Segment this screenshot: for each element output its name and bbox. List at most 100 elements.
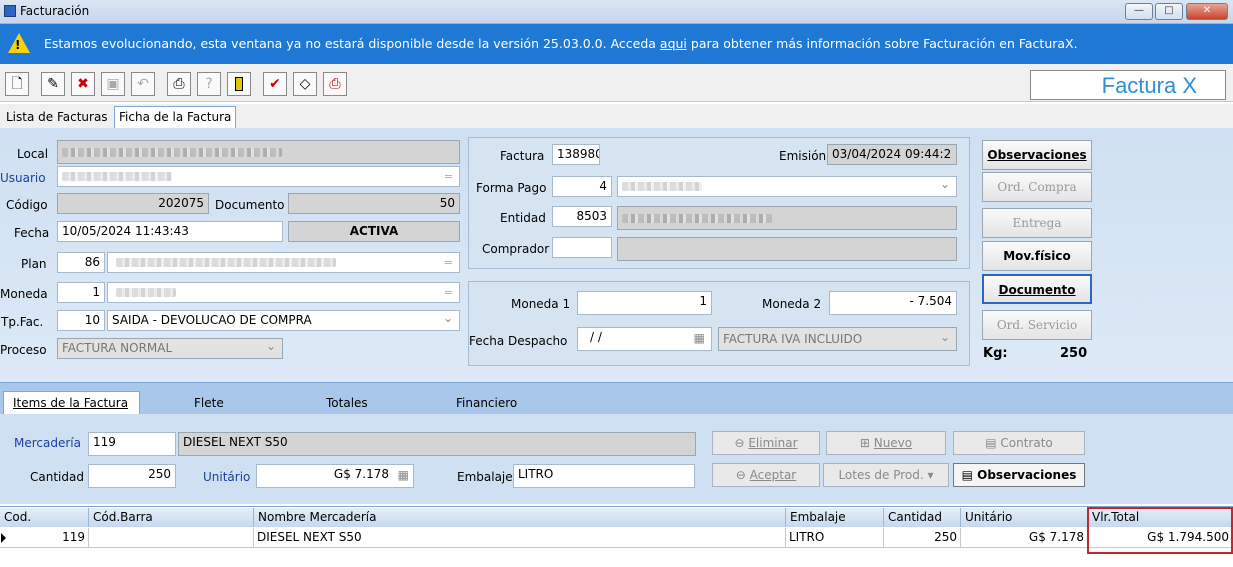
lotes-button[interactable]: Lotes de Prod. ▾ [823, 463, 949, 487]
factura-label: Factura [500, 149, 545, 163]
forma-pago-select[interactable] [617, 176, 957, 197]
close-button[interactable]: ✕ [1186, 3, 1228, 20]
window-title: Facturación [20, 4, 90, 18]
table-row-cell-unitario[interactable]: G$ 7.178 [961, 528, 1088, 548]
accept-icon: ⊖ [735, 468, 750, 482]
proceso-select[interactable]: FACTURA NORMAL [57, 338, 283, 359]
print-icon[interactable]: ⎙ [167, 72, 191, 96]
minimize-button[interactable]: — [1125, 3, 1153, 20]
col-header-cantidad[interactable]: Cantidad [884, 508, 961, 527]
banner-link[interactable]: aqui [660, 36, 687, 51]
tab-items[interactable]: Items de la Factura [3, 391, 140, 414]
save-icon[interactable]: ▣ [101, 72, 125, 96]
table-row-cell-cantidad[interactable]: 250 [884, 528, 961, 548]
tpfac-code-field[interactable]: 10 [57, 310, 105, 331]
tpfac-select[interactable]: SAIDA - DEVOLUCAO DE COMPRA [107, 310, 460, 331]
contrato-button[interactable]: ▤ Contrato [953, 431, 1085, 455]
edit-icon[interactable]: ✎ [41, 72, 65, 96]
eliminar-button[interactable]: ⊖ Eliminar [712, 431, 820, 455]
calendar-icon[interactable]: ▦ [694, 329, 705, 348]
col-header-nombre[interactable]: Nombre Mercadería [254, 508, 786, 527]
row-pointer-icon [1, 533, 6, 543]
moneda-name-field[interactable] [107, 282, 460, 303]
notes-icon: ▤ [961, 468, 978, 482]
item-editor [0, 414, 1233, 504]
col-header-embalaje[interactable]: Embalaje [786, 508, 884, 527]
item-tabs [0, 382, 1233, 414]
comprador-code-field[interactable] [552, 237, 612, 258]
documento-field[interactable]: 50 [288, 193, 460, 214]
mercaderia-label: Mercadería [14, 436, 81, 450]
iva-select[interactable]: FACTURA IVA INCLUIDO [718, 327, 957, 351]
fecha-label: Fecha [14, 226, 50, 240]
moneda-code-field[interactable]: 1 [57, 282, 105, 303]
table-row-cell-embalaje[interactable]: LITRO [786, 528, 884, 548]
entrega-button[interactable]: Entrega [982, 208, 1092, 238]
fecha-field[interactable]: 10/05/2024 11:43:43 [57, 221, 283, 242]
remove-icon: ⊖ [734, 436, 749, 450]
tab-flete[interactable]: Flete [194, 392, 224, 414]
local-field[interactable] [57, 140, 460, 164]
observaciones-button[interactable]: Observaciones [982, 140, 1092, 170]
moneda1-field[interactable]: 1 [577, 291, 712, 315]
aceptar-button[interactable]: ⊖ Aceptar [712, 463, 820, 487]
plan-code-field[interactable]: 86 [57, 252, 105, 273]
embalaje-field[interactable]: LITRO [513, 464, 695, 488]
usuario-field[interactable] [57, 166, 460, 187]
maximize-button[interactable]: □ [1155, 3, 1183, 20]
banner-message: Estamos evolucionando, esta ventana ya n… [44, 36, 1078, 51]
delete-icon[interactable]: ✖ [71, 72, 95, 96]
col-header-codbarra[interactable]: Cód.Barra [89, 508, 254, 527]
ord-compra-button[interactable]: Ord. Compra [982, 172, 1092, 202]
status-badge: ACTIVA [288, 221, 460, 242]
mercaderia-code-field[interactable]: 119 [88, 432, 176, 456]
table-row-cell-codbarra[interactable] [89, 528, 254, 548]
tab-lista-facturas[interactable]: Lista de Facturas [2, 107, 112, 128]
nuevo-button[interactable]: ⊞ Nuevo [826, 431, 946, 455]
tab-ficha-factura[interactable]: Ficha de la Factura [114, 106, 237, 128]
moneda-label: Moneda [0, 287, 48, 301]
documento-button[interactable]: Documento [982, 274, 1092, 304]
ord-servicio-button[interactable]: Ord. Servicio [982, 310, 1092, 340]
codigo-field[interactable]: 202075 [57, 193, 209, 214]
entidad-code-field[interactable]: 8503 [552, 206, 612, 227]
local-label: Local [17, 147, 49, 161]
calculator-icon[interactable]: ▦ [398, 466, 409, 485]
moneda1-label: Moneda 1 [511, 297, 571, 311]
exit-icon[interactable] [227, 72, 251, 96]
emision-field[interactable]: 03/04/2024 09:44:2 [827, 144, 957, 165]
mercaderia-name-field[interactable]: DIESEL NEXT S50 [178, 432, 696, 456]
mov-fisico-button[interactable]: Mov.físico [982, 241, 1092, 271]
col-header-cod[interactable]: Cod. [0, 508, 89, 527]
plan-label: Plan [21, 257, 47, 271]
tab-totales[interactable]: Totales [326, 392, 368, 414]
col-header-unitario[interactable]: Unitário [961, 508, 1088, 527]
item-observaciones-button[interactable]: ▤ Observaciones [953, 463, 1085, 487]
forma-pago-code-field[interactable]: 4 [552, 176, 612, 197]
codigo-label: Código [6, 198, 48, 212]
table-row-cell-nombre[interactable]: DIESEL NEXT S50 [254, 528, 786, 548]
entidad-name-field[interactable] [617, 206, 957, 230]
cantidad-field[interactable]: 250 [88, 464, 176, 488]
plan-name-field[interactable] [107, 252, 460, 273]
cantidad-label: Cantidad [30, 470, 84, 484]
tab-financiero[interactable]: Financiero [456, 392, 517, 414]
unitario-field[interactable]: G$ 7.178 ▦ [256, 464, 414, 488]
comprador-name-field[interactable] [617, 237, 957, 261]
table-row-cell-cod[interactable]: 119 [0, 528, 89, 548]
highlight-box [1087, 507, 1233, 554]
tpfac-label: Tp.Fac. [1, 315, 44, 329]
entidad-label: Entidad [500, 211, 546, 225]
emision-label: Emisión [779, 149, 827, 163]
factura-field[interactable]: 138980 [552, 144, 600, 165]
comprador-label: Comprador [482, 242, 550, 256]
fecha-despacho-field[interactable]: / / ▦ [577, 327, 712, 351]
undo-icon[interactable]: ↶ [131, 72, 155, 96]
moneda2-field[interactable]: - 7.504 [829, 291, 957, 315]
help-icon[interactable]: ? [197, 72, 221, 96]
print-red-icon[interactable]: ⎙ [323, 72, 347, 96]
confirm-icon[interactable]: ✔ [263, 72, 287, 96]
facturax-logo[interactable]: Factura X [1030, 70, 1226, 100]
eraser-icon[interactable]: ◇ [293, 72, 317, 96]
new-doc-icon[interactable]: 🗋 [5, 72, 29, 96]
